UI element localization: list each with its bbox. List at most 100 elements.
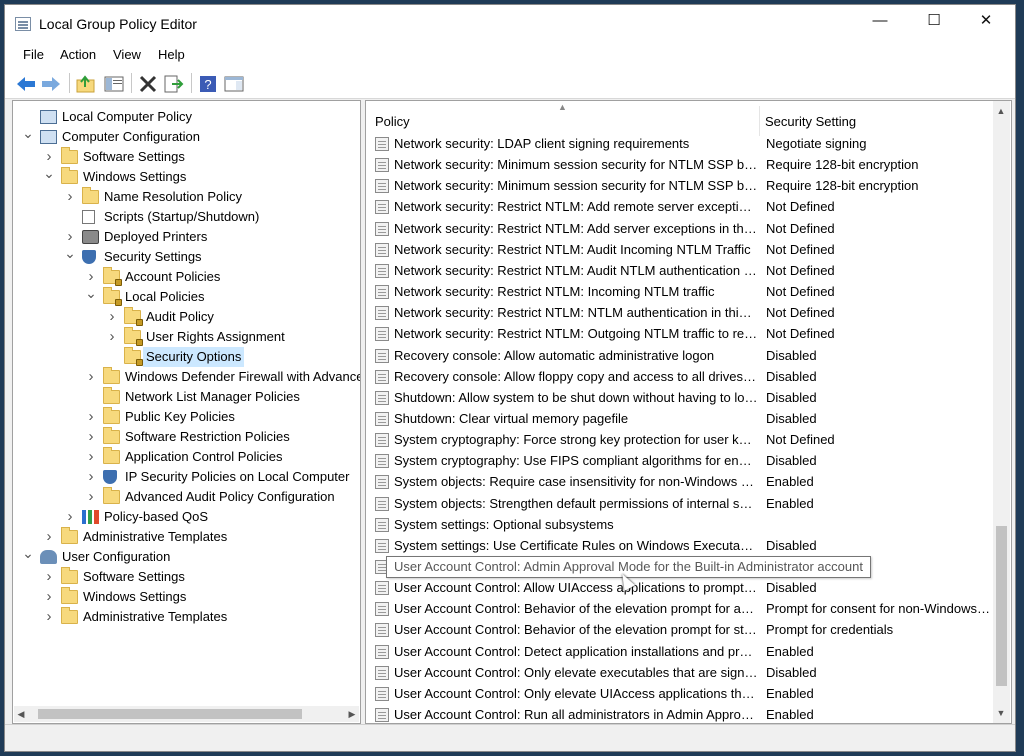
policy-row[interactable]: User Account Control: Allow UIAccess app… — [366, 577, 994, 598]
tree-horizontal-scrollbar[interactable]: ◀ ▶ — [14, 706, 359, 722]
policy-row[interactable]: User Account Control: Detect application… — [366, 641, 994, 662]
tree-node[interactable]: ⌄ Local Policies — [13, 286, 360, 307]
tree-node[interactable]: › Deployed Printers — [13, 227, 360, 247]
scroll-up-arrow-icon[interactable]: ▲ — [994, 103, 1008, 119]
policy-row[interactable]: Network security: Restrict NTLM: NTLM au… — [366, 302, 994, 323]
tree-node[interactable]: › Software Restriction Policies — [13, 427, 360, 447]
tree-node[interactable]: › Administrative Templates — [13, 607, 360, 627]
column-divider[interactable] — [759, 106, 760, 136]
policy-row[interactable]: System objects: Require case insensitivi… — [366, 471, 994, 492]
help-icon[interactable]: ? — [197, 74, 219, 94]
expand-chevron-icon[interactable]: › — [84, 367, 98, 387]
show-hide-tree-icon[interactable] — [103, 74, 125, 94]
expand-chevron-icon[interactable]: › — [105, 327, 119, 347]
maximize-button[interactable]: ☐ — [911, 5, 957, 37]
tree-node[interactable]: › IP Security Policies on Local Computer — [13, 467, 360, 487]
policy-row[interactable]: Shutdown: Clear virtual memory pagefile D… — [366, 408, 994, 429]
back-icon[interactable] — [15, 74, 37, 94]
tree-node[interactable]: › User Rights Assignment — [13, 327, 360, 347]
policy-row[interactable]: Network security: Restrict NTLM: Add rem… — [366, 196, 994, 217]
tree-node[interactable]: ⌄ User Configuration — [13, 546, 360, 567]
expand-chevron-icon[interactable]: › — [84, 267, 98, 287]
expand-chevron-icon[interactable]: › — [84, 407, 98, 427]
collapse-chevron-icon[interactable]: ⌄ — [21, 126, 35, 147]
expand-chevron-icon[interactable]: › — [63, 227, 77, 247]
collapse-chevron-icon[interactable]: ⌄ — [42, 166, 56, 187]
collapse-chevron-icon[interactable]: ⌄ — [84, 286, 98, 307]
tree-node[interactable]: ⌄ Windows Settings — [13, 166, 360, 187]
policy-row[interactable]: Network security: Restrict NTLM: Add ser… — [366, 218, 994, 239]
policy-row[interactable]: User Account Control: Run all administra… — [366, 704, 994, 723]
tree-node[interactable]: › Application Control Policies — [13, 447, 360, 467]
policy-row[interactable]: Network security: Minimum session securi… — [366, 154, 994, 175]
scrollbar-thumb[interactable] — [38, 709, 302, 719]
policy-row[interactable]: Network security: Restrict NTLM: Outgoin… — [366, 323, 994, 344]
policy-row[interactable]: User Account Control: Only elevate UIAcc… — [366, 683, 994, 704]
expand-chevron-icon[interactable]: › — [84, 467, 98, 487]
expand-chevron-icon[interactable]: › — [105, 307, 119, 327]
tree-node[interactable]: › Administrative Templates — [13, 527, 360, 547]
close-button[interactable]: ✕ — [963, 5, 1009, 37]
scrollbar-thumb[interactable] — [996, 526, 1007, 686]
expand-chevron-icon[interactable]: › — [84, 447, 98, 467]
tree-node[interactable]: › Software Settings — [13, 567, 360, 587]
details-pane[interactable]: ▲ Policy Security Setting Network securi… — [365, 100, 1012, 724]
policy-row[interactable]: Network security: Restrict NTLM: Audit N… — [366, 260, 994, 281]
forward-icon[interactable] — [40, 74, 62, 94]
tree-node[interactable]: › Name Resolution Policy — [13, 187, 360, 207]
policy-row[interactable]: User Account Control: Behavior of the el… — [366, 619, 994, 640]
collapse-chevron-icon[interactable]: ⌄ — [21, 546, 35, 567]
column-header-policy[interactable]: Policy — [375, 114, 410, 129]
tree-node[interactable]: › Account Policies — [13, 267, 360, 287]
expand-chevron-icon[interactable]: › — [42, 607, 56, 627]
menu-file[interactable]: File — [23, 47, 44, 62]
policy-row[interactable]: System cryptography: Force strong key pr… — [366, 429, 994, 450]
properties-pane-icon[interactable] — [223, 74, 245, 94]
expand-chevron-icon[interactable]: › — [84, 427, 98, 447]
tree-node[interactable]: › Windows Settings — [13, 587, 360, 607]
tree-node[interactable]: Scripts (Startup/Shutdown) — [13, 207, 360, 227]
delete-icon[interactable] — [137, 74, 159, 94]
policy-row[interactable]: Network security: LDAP client signing re… — [366, 133, 994, 154]
tree-node[interactable]: Security Options — [13, 347, 360, 367]
console-tree-pane[interactable]: Local Computer Policy ⌄ Computer Configura… — [12, 100, 361, 724]
tree-node[interactable]: ⌄ Computer Configuration — [13, 126, 360, 147]
policy-row[interactable]: Recovery console: Allow floppy copy and … — [366, 366, 994, 387]
scroll-right-arrow-icon[interactable]: ▶ — [345, 706, 359, 722]
tree-node[interactable]: › Advanced Audit Policy Configuration — [13, 487, 360, 507]
menu-view[interactable]: View — [113, 47, 141, 62]
tree-node[interactable]: Network List Manager Policies — [13, 387, 360, 407]
policy-row[interactable]: User Account Control: Only elevate execu… — [366, 662, 994, 683]
minimize-button[interactable]: — — [857, 5, 903, 37]
scroll-left-arrow-icon[interactable]: ◀ — [14, 706, 28, 722]
collapse-chevron-icon[interactable]: ⌄ — [63, 246, 77, 267]
tree-node[interactable]: › Software Settings — [13, 147, 360, 167]
policy-row[interactable]: System objects: Strengthen default permi… — [366, 493, 994, 514]
expand-chevron-icon[interactable]: › — [42, 587, 56, 607]
column-header-security-setting[interactable]: Security Setting — [765, 114, 856, 129]
title-bar[interactable]: Local Group Policy Editor — ☐ ✕ — [5, 5, 1015, 43]
export-list-icon[interactable] — [162, 74, 184, 94]
policy-row[interactable]: System settings: Use Certificate Rules o… — [366, 535, 994, 556]
list-vertical-scrollbar[interactable]: ▲ ▼ — [993, 101, 1010, 723]
scroll-down-arrow-icon[interactable]: ▼ — [994, 705, 1008, 721]
expand-chevron-icon[interactable]: › — [63, 187, 77, 207]
policy-row[interactable]: Recovery console: Allow automatic admini… — [366, 345, 994, 366]
tree-node[interactable]: Local Computer Policy — [13, 107, 360, 127]
expand-chevron-icon[interactable]: › — [84, 487, 98, 507]
up-folder-icon[interactable] — [75, 74, 97, 94]
policy-row[interactable]: Network security: Restrict NTLM: Incomin… — [366, 281, 994, 302]
policy-row[interactable]: System settings: Optional subsystems — [366, 514, 994, 535]
expand-chevron-icon[interactable]: › — [63, 507, 77, 527]
tree-node[interactable]: ⌄ Security Settings — [13, 246, 360, 267]
tree-node[interactable]: › Windows Defender Firewall with Advanced… — [13, 367, 360, 387]
expand-chevron-icon[interactable]: › — [42, 147, 56, 167]
tree-node[interactable]: › Policy-based QoS — [13, 507, 360, 527]
menu-action[interactable]: Action — [60, 47, 96, 62]
policy-row[interactable]: Network security: Minimum session securi… — [366, 175, 994, 196]
tree-node[interactable]: › Public Key Policies — [13, 407, 360, 427]
tree-node[interactable]: › Audit Policy — [13, 307, 360, 327]
policy-row[interactable]: Shutdown: Allow system to be shut down w… — [366, 387, 994, 408]
expand-chevron-icon[interactable]: › — [42, 567, 56, 587]
policy-row[interactable]: Network security: Restrict NTLM: Audit I… — [366, 239, 994, 260]
